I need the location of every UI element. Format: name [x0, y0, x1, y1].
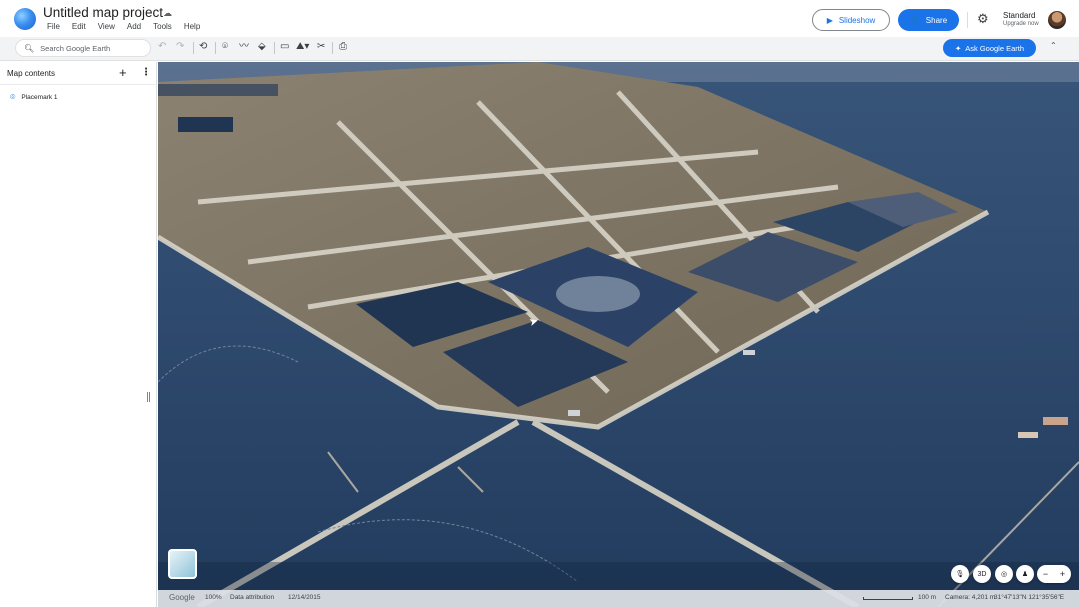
add-placemark-icon[interactable]: ⌾ — [222, 41, 228, 53]
project-title[interactable]: Untitled map project — [43, 5, 163, 20]
ask-label: Ask Google Earth — [965, 43, 1025, 53]
sparkle-icon: ✦ — [954, 43, 962, 53]
header: Untitled map project ☁ File Edit View Ad… — [0, 0, 1079, 37]
panel-title: Map contents — [7, 69, 56, 78]
view-3d-label: 3D — [977, 570, 987, 578]
chevron-up-icon[interactable]: ⌃ — [1050, 41, 1057, 50]
map-style-thumbnail-button[interactable] — [168, 549, 197, 579]
location-layers-icon[interactable]: ⛰▾ — [296, 41, 309, 53]
more-vert-icon[interactable]: ⋮ — [141, 67, 151, 78]
zoom-out-button[interactable]: − — [1043, 569, 1048, 579]
header-divider — [967, 12, 968, 28]
google-brand: Google — [169, 593, 195, 602]
menu-file[interactable]: File — [47, 22, 60, 31]
imagery-date: 12/14/2015 — [288, 594, 321, 601]
menu-bar: File Edit View Add Tools Help — [47, 22, 212, 31]
plan-upgrade-link[interactable]: Upgrade now — [1003, 20, 1039, 29]
satellite-imagery — [158, 62, 1079, 607]
toolbar-divider — [193, 42, 194, 54]
share-label: Share — [925, 15, 948, 25]
map-view[interactable]: ➤ 🎙︎ 3D ◎ ♟ − + — [158, 62, 1079, 607]
menu-view[interactable]: View — [98, 22, 115, 31]
settings-gear-icon[interactable]: ⚙ — [977, 11, 989, 27]
list-item-label: Placemark 1 — [21, 94, 58, 101]
camera-altitude: Camera: 4,201 m — [945, 594, 996, 601]
tools-icon[interactable]: ✂ — [317, 41, 325, 53]
measure-icon[interactable]: ▭ — [280, 41, 289, 53]
add-icon[interactable]: + — [119, 65, 127, 80]
history-icon[interactable]: ⟲ — [199, 41, 207, 53]
person-icon[interactable]: ♟ — [1016, 565, 1034, 583]
scale-label: 100 m — [918, 594, 937, 601]
menu-tools[interactable]: Tools — [153, 22, 172, 31]
undo-icon[interactable]: ↶ — [158, 41, 166, 53]
status-bar: Google 100% Data attribution 12/14/2015 … — [158, 590, 1079, 607]
add-person-icon: 👤 — [909, 15, 920, 25]
plan-name: Standard — [1003, 11, 1036, 20]
zoom-in-button[interactable]: + — [1060, 569, 1065, 579]
menu-help[interactable]: Help — [184, 22, 200, 31]
search-box[interactable]: 🔍︎ — [15, 39, 151, 57]
toolbar-divider — [274, 42, 275, 54]
list-item[interactable]: ⌾ Placemark 1 — [10, 92, 58, 103]
search-icon: 🔍︎ — [24, 43, 35, 53]
ask-google-earth-button[interactable]: ✦ Ask Google Earth — [943, 39, 1036, 57]
capture-icon[interactable]: ⎙ — [339, 41, 347, 53]
plan-info[interactable]: Standard Upgrade now — [1003, 11, 1039, 29]
user-avatar[interactable] — [1048, 11, 1066, 29]
resize-handle[interactable] — [147, 392, 150, 402]
menu-add[interactable]: Add — [127, 22, 141, 31]
panel-divider — [0, 84, 157, 85]
draw-shape-icon[interactable]: ⬙ — [258, 41, 266, 53]
placemark-pin-icon: ⌾ — [10, 92, 16, 102]
cloud-saved-icon: ☁ — [163, 8, 172, 18]
toolbar-divider — [215, 42, 216, 54]
slideshow-label: Slideshow — [838, 15, 876, 25]
view-3d-button[interactable]: 3D — [973, 565, 991, 583]
share-button[interactable]: 👤 Share — [898, 9, 959, 31]
data-attribution-link[interactable]: Data attribution — [230, 594, 274, 601]
search-input[interactable] — [40, 43, 141, 53]
zoom-level: 100% — [205, 594, 222, 601]
map-contents-panel: Map contents + ⋮ ⌾ Placemark 1 — [0, 62, 157, 607]
zoom-control: − + — [1037, 565, 1071, 583]
scale-bar — [863, 597, 913, 600]
slideshow-button[interactable]: ▶ Slideshow — [812, 9, 890, 31]
google-earth-app: Untitled map project ☁ File Edit View Ad… — [0, 0, 1079, 607]
menu-edit[interactable]: Edit — [72, 22, 86, 31]
coordinates: 31°47'13"N 121°35'56"E — [994, 594, 1065, 601]
redo-icon[interactable]: ↷ — [176, 41, 184, 53]
toolbar-divider — [332, 42, 333, 54]
google-earth-logo-icon[interactable] — [14, 8, 36, 30]
play-icon: ▶ — [826, 15, 833, 25]
draw-line-icon[interactable]: 〰 — [239, 41, 249, 53]
compass-orbit-icon[interactable]: ◎ — [995, 565, 1013, 583]
mic-icon[interactable]: 🎙︎ — [951, 565, 969, 583]
